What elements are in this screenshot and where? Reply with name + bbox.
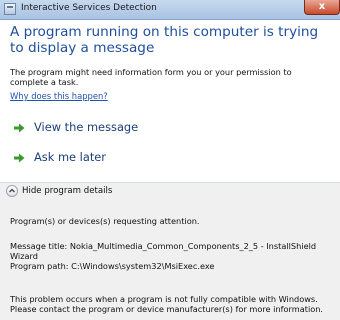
chevron-up-icon [6, 185, 18, 197]
hide-program-details-toggle[interactable]: Hide program details [6, 185, 186, 199]
dialog-description: The program might need information form … [10, 67, 292, 87]
message-title-line: Message title: Nokia_Multimedia_Common_C… [10, 241, 317, 251]
dialog-headline: A program running on this computer is tr… [10, 24, 319, 56]
green-arrow-icon [14, 123, 25, 133]
program-details-panel: Hide program details Program(s) or devic… [0, 183, 340, 320]
why-does-this-happen-link[interactable]: Why does this happen? [10, 91, 108, 101]
title-bar: Interactive Services Detection x [0, 0, 340, 20]
compatibility-text: This problem occurs when a program is no… [10, 294, 324, 314]
program-path-line: Program path: C:\Windows\system32\MsiExe… [10, 261, 215, 271]
view-message-label: View the message [34, 120, 139, 134]
ask-me-later-button[interactable]: Ask me later [14, 150, 214, 166]
attention-text: Program(s) or devices(s) requesting atte… [10, 216, 200, 226]
window-app-icon [4, 3, 16, 15]
hide-program-details-label: Hide program details [22, 186, 113, 196]
ask-me-later-label: Ask me later [34, 150, 106, 164]
green-arrow-icon [14, 153, 25, 163]
close-button[interactable]: x [304, 0, 340, 15]
dialog-main-panel: A program running on this computer is tr… [0, 20, 340, 182]
window-title: Interactive Services Detection [21, 3, 157, 13]
message-title-continuation: Wizard [10, 251, 38, 261]
view-message-button[interactable]: View the message [14, 120, 214, 136]
